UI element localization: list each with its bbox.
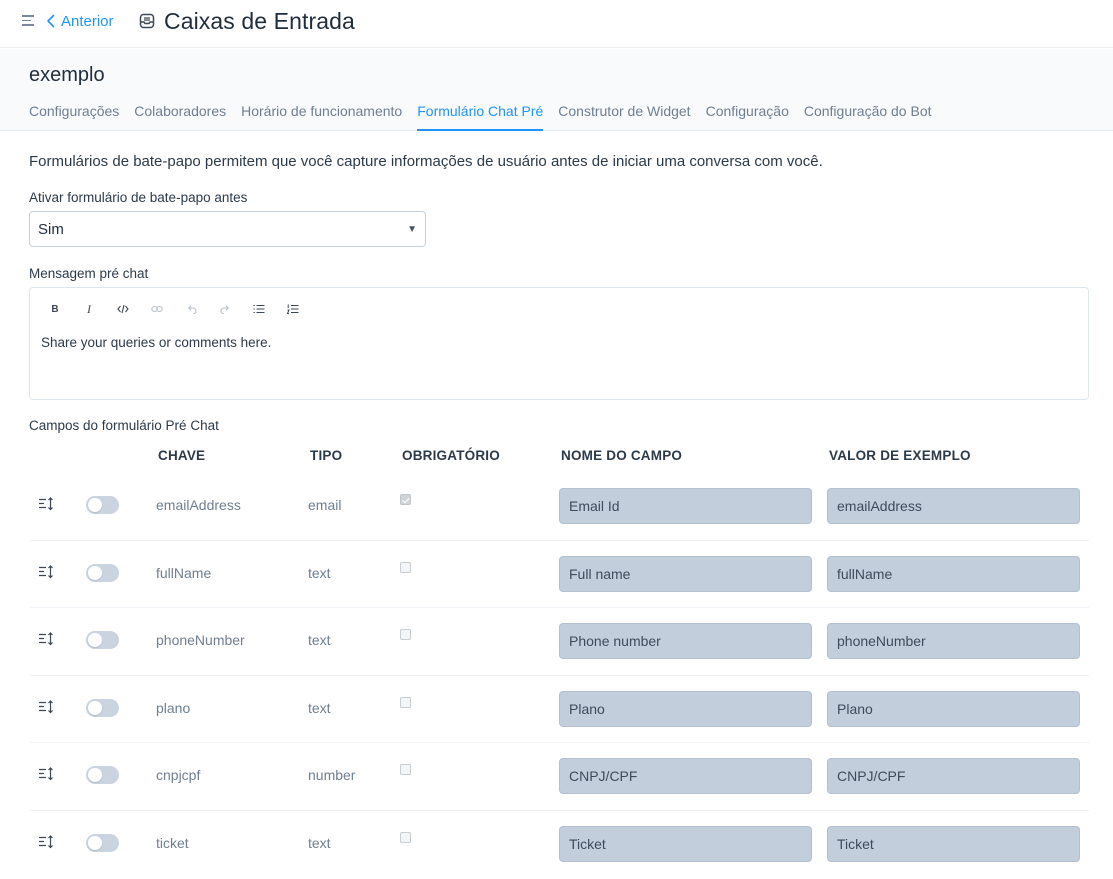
field-enabled-toggle[interactable] (86, 698, 119, 717)
sample-value-input[interactable]: emailAddress (827, 488, 1080, 524)
undo-icon[interactable] (174, 300, 208, 318)
table-row: plano text Plano Plano (29, 676, 1089, 744)
field-type: text (308, 699, 331, 716)
table-row: fullName text Full name fullName (29, 541, 1089, 609)
field-key: phoneNumber (156, 632, 245, 649)
tab-2[interactable]: Horário de funcionamento (241, 101, 402, 131)
sample-value-input[interactable]: Ticket (827, 825, 1080, 862)
column-header-field-name: NOME DO CAMPO (561, 448, 683, 463)
drag-handle-icon[interactable] (38, 766, 54, 782)
field-name-input[interactable]: Phone number (559, 623, 812, 660)
field-type: text (308, 834, 331, 851)
bold-icon[interactable]: B (38, 300, 72, 318)
sample-value-input[interactable]: Plano (827, 690, 1080, 727)
field-key: ticket (156, 834, 189, 851)
field-enabled-toggle[interactable] (86, 766, 119, 785)
table-body: emailAddress email Email Id emailAddress ful… (29, 473, 1089, 879)
tab-1[interactable]: Colaboradores (134, 101, 226, 131)
field-name-input[interactable]: CNPJ/CPF (559, 758, 812, 795)
enable-form-select[interactable]: Sim ▼ (29, 211, 426, 247)
required-checkbox[interactable] (400, 561, 411, 573)
editor-toolbar: B I (38, 300, 310, 318)
required-checkbox[interactable] (400, 696, 411, 708)
sample-value-input[interactable]: phoneNumber (827, 623, 1080, 660)
caret-down-icon: ▼ (407, 223, 417, 235)
tab-6[interactable]: Configuração do Bot (804, 101, 932, 131)
drag-handle-icon[interactable] (38, 496, 54, 512)
message-label: Mensagem pré chat (29, 266, 149, 281)
fields-label: Campos do formulário Pré Chat (29, 418, 219, 433)
drag-handle-icon[interactable] (38, 631, 54, 647)
form-description: Formulários de bate-papo permitem que vo… (29, 153, 823, 170)
inbox-icon (139, 13, 155, 29)
inbox-name: exemplo (29, 64, 105, 86)
column-header-required: OBRIGATÓRIO (402, 448, 500, 463)
toggle-knob (88, 498, 102, 512)
tab-0[interactable]: Configurações (29, 101, 119, 131)
drag-handle-icon[interactable] (38, 834, 54, 850)
field-key: fullName (156, 564, 212, 581)
field-type: text (308, 564, 331, 581)
ordered-list-icon[interactable] (276, 300, 310, 318)
field-enabled-toggle[interactable] (86, 496, 119, 514)
field-enabled-toggle[interactable] (86, 631, 119, 650)
table-row: emailAddress email Email Id emailAddress (29, 473, 1089, 541)
settings-header: exemplo Configurações Colaboradores Horári… (0, 49, 1113, 131)
table-row: cnpjcpf number CNPJ/CPF CNPJ/CPF (29, 743, 1089, 811)
enable-form-label: Ativar formulário de bate-papo antes (29, 190, 248, 205)
enable-form-value: Sim (38, 220, 64, 238)
tab-5[interactable]: Configuração (706, 101, 789, 131)
code-icon[interactable] (106, 300, 140, 318)
field-name-input[interactable]: Ticket (559, 825, 812, 862)
field-type: number (308, 767, 356, 784)
chevron-left-icon (47, 14, 55, 28)
link-icon[interactable] (140, 300, 174, 318)
redo-icon[interactable] (208, 300, 242, 318)
table-row: phoneNumber text Phone number phoneNumber (29, 608, 1089, 676)
toggle-knob (88, 768, 102, 783)
top-header: Anterior Caixas de Entrada (0, 0, 1113, 48)
toggle-knob (88, 633, 102, 648)
field-key: cnpjcpf (156, 767, 201, 784)
drag-handle-icon[interactable] (38, 564, 54, 580)
italic-icon[interactable]: I (72, 300, 106, 318)
column-header-key: CHAVE (158, 448, 206, 463)
table-row: ticket text Ticket Ticket (29, 811, 1089, 879)
table-header: CHAVE TIPO OBRIGATÓRIO NOME DO CAMPO VAL… (29, 436, 1089, 473)
column-header-type: TIPO (310, 448, 343, 463)
column-header-sample-value: VALOR DE EXEMPLO (829, 448, 971, 463)
tab-3[interactable]: Formulário Chat Pré (417, 101, 544, 131)
toggle-knob (88, 565, 102, 580)
bullet-list-icon[interactable] (242, 300, 276, 318)
message-editor[interactable]: B I Share your queries or comments here. (29, 287, 1089, 400)
required-checkbox[interactable] (400, 764, 411, 776)
field-type: text (308, 632, 331, 649)
back-button[interactable]: Anterior (46, 11, 114, 31)
drag-handle-icon[interactable] (38, 699, 54, 715)
back-label: Anterior (61, 12, 114, 30)
settings-tabs: Configurações Colaboradores Horário de fun… (29, 101, 947, 131)
menu-icon[interactable] (22, 15, 35, 29)
tab-4[interactable]: Construtor de Widget (558, 101, 690, 131)
message-text: Share your queries or comments here. (41, 335, 272, 350)
toggle-knob (88, 700, 102, 715)
page-title: Caixas de Entrada (164, 7, 355, 34)
required-checkbox[interactable] (400, 494, 411, 505)
sample-value-input[interactable]: fullName (827, 555, 1080, 592)
prechat-fields-table: CHAVE TIPO OBRIGATÓRIO NOME DO CAMPO VAL… (29, 436, 1089, 879)
field-key: emailAddress (156, 497, 241, 513)
field-name-input[interactable]: Full name (559, 555, 812, 592)
field-enabled-toggle[interactable] (86, 563, 119, 582)
sample-value-input[interactable]: CNPJ/CPF (827, 758, 1080, 795)
required-checkbox[interactable] (400, 629, 411, 641)
field-type: email (308, 497, 342, 513)
field-name-input[interactable]: Plano (559, 690, 812, 727)
field-key: plano (156, 699, 191, 716)
required-checkbox[interactable] (400, 831, 411, 843)
field-name-input[interactable]: Email Id (559, 488, 812, 524)
page-title-group: Caixas de Entrada (139, 6, 355, 36)
field-enabled-toggle[interactable] (86, 833, 119, 852)
toggle-knob (88, 835, 102, 850)
